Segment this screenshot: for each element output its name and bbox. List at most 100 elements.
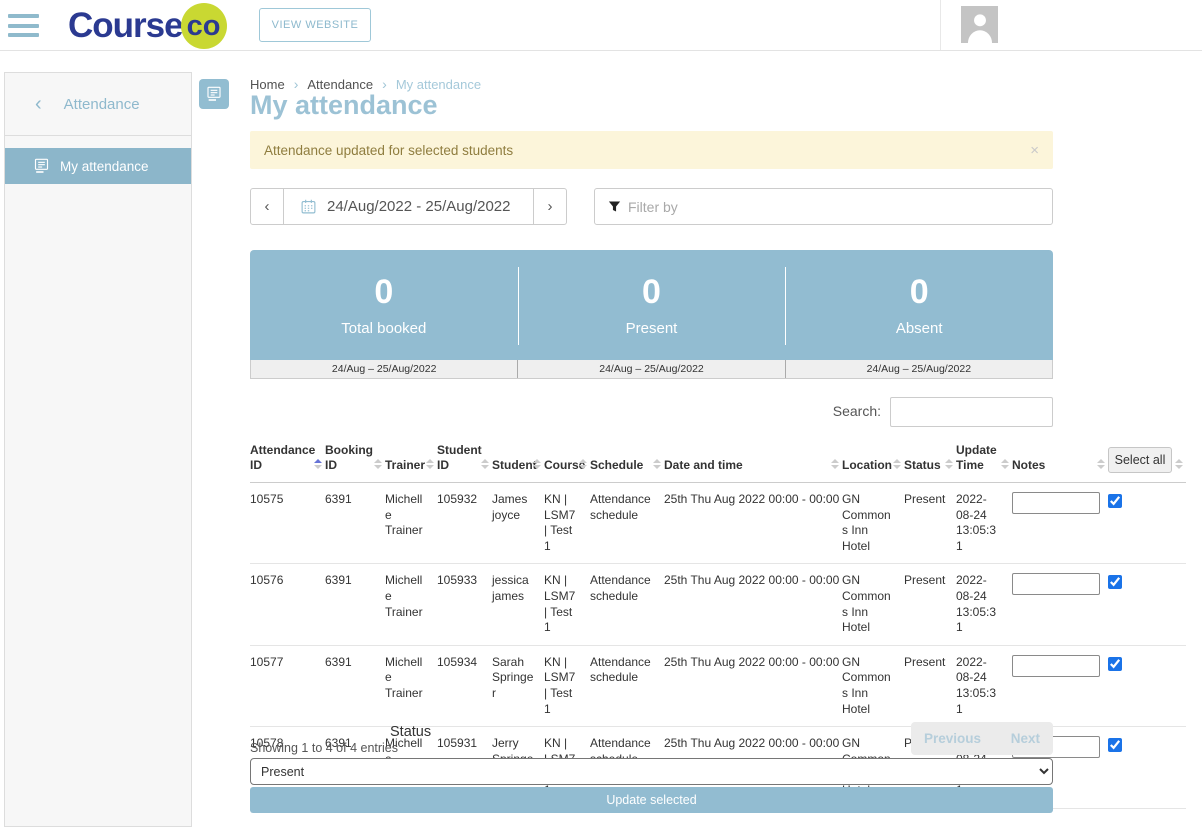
table-row: 10577 6391 Michelle Trainer 105934 Sarah…	[250, 645, 1186, 726]
cell-booking-id: 6391	[325, 645, 385, 726]
sort-icon	[314, 459, 322, 469]
col-course[interactable]: Course	[544, 437, 590, 483]
cell-location: GN Commons Inn Hotel	[842, 483, 904, 564]
row-select-checkbox[interactable]	[1108, 657, 1122, 671]
sidebar-collapse-chevron-icon[interactable]: ‹	[35, 94, 42, 114]
notes-input[interactable]	[1012, 655, 1100, 677]
col-update-time[interactable]: Update Time	[956, 437, 1012, 483]
col-schedule[interactable]: Schedule	[590, 437, 664, 483]
attendance-register-icon	[206, 86, 222, 102]
col-notes[interactable]: Notes	[1012, 437, 1108, 483]
cell-status: Present	[904, 483, 956, 564]
filter-input[interactable]	[628, 192, 1052, 222]
view-website-button[interactable]: VIEW WEBSITE	[259, 8, 371, 42]
table-row: 10575 6391 Michelle Trainer 105932 James…	[250, 483, 1186, 564]
date-range-picker[interactable]: 24/Aug/2022 - 25/Aug/2022	[284, 188, 533, 225]
next-page-button[interactable]: Next	[1011, 731, 1040, 746]
update-selected-button[interactable]: Update selected	[250, 787, 1053, 813]
select-all-button[interactable]: Select all	[1108, 447, 1172, 473]
sort-icon	[426, 459, 434, 469]
stat-absent: 0 Absent	[785, 250, 1053, 360]
stat-label: Absent	[896, 320, 943, 337]
previous-page-button[interactable]: Previous	[924, 731, 981, 746]
sort-icon	[481, 459, 489, 469]
table-search-row: Search:	[250, 397, 1053, 427]
attendance-register-icon	[33, 158, 50, 174]
row-select-checkbox[interactable]	[1108, 738, 1122, 752]
cell-student: Sarah Springer	[492, 645, 544, 726]
topbar-divider	[940, 0, 941, 50]
success-alert: Attendance updated for selected students…	[250, 131, 1053, 169]
col-student[interactable]: Student	[492, 437, 544, 483]
stat-date-range: 24/Aug – 25/Aug/2022	[517, 360, 784, 378]
stats-date-strip: 24/Aug – 25/Aug/2022 24/Aug – 25/Aug/202…	[250, 360, 1053, 379]
cell-course: KN | LSM7 | Test 1	[544, 564, 590, 645]
col-attendance-id[interactable]: Attendance ID	[250, 437, 325, 483]
cell-trainer: Michelle Trainer	[385, 645, 437, 726]
cell-student: James joyce	[492, 483, 544, 564]
sidebar-header: ‹ Attendance	[5, 73, 191, 136]
col-location[interactable]: Location	[842, 437, 904, 483]
cell-trainer: Michelle Trainer	[385, 483, 437, 564]
cell-schedule: Attendance schedule	[590, 645, 664, 726]
row-select-checkbox[interactable]	[1108, 575, 1122, 589]
cell-update-time: 2022-08-24 13:05:31	[956, 564, 1012, 645]
date-filter-row: ‹ 24/Aug/2022 - 25/Aug/2022 ›	[250, 188, 1053, 225]
search-input[interactable]	[890, 397, 1053, 427]
cell-student-id: 105934	[437, 645, 492, 726]
col-trainer[interactable]: Trainer	[385, 437, 437, 483]
col-date-and-time[interactable]: Date and time	[664, 437, 842, 483]
status-form-label: Status	[390, 724, 431, 740]
cell-student-id: 105933	[437, 564, 492, 645]
user-avatar[interactable]	[961, 6, 998, 43]
table-info-text: Showing 1 to 4 of 4 entries	[250, 741, 398, 755]
col-select-all: Select all	[1108, 437, 1186, 483]
alert-close-icon[interactable]: ×	[1030, 142, 1039, 159]
hamburger-menu-icon[interactable]	[8, 14, 39, 37]
row-select-checkbox[interactable]	[1108, 494, 1122, 508]
status-select[interactable]: Present	[250, 758, 1053, 785]
stat-label: Present	[626, 320, 678, 337]
sidebar-item-label: My attendance	[60, 159, 149, 174]
cell-attendance-id: 10577	[250, 645, 325, 726]
stat-date-range: 24/Aug – 25/Aug/2022	[251, 360, 517, 378]
filter-box	[594, 188, 1053, 225]
col-booking-id[interactable]: Booking ID	[325, 437, 385, 483]
alert-message: Attendance updated for selected students	[264, 143, 513, 158]
previous-date-button[interactable]: ‹	[250, 188, 284, 225]
app-root: Course co VIEW WEBSITE ‹ Attendance	[0, 0, 1202, 833]
stat-value: 0	[642, 273, 661, 312]
cell-course: KN | LSM7 | Test 1	[544, 645, 590, 726]
stat-present: 0 Present	[518, 250, 786, 360]
cell-schedule: Attendance schedule	[590, 483, 664, 564]
cell-datetime: 25th Thu Aug 2022 00:00 - 00:00	[664, 564, 842, 645]
main-content: Home › Attendance › My attendance My att…	[250, 74, 1186, 833]
notes-input[interactable]	[1012, 573, 1100, 595]
cell-location: GN Commons Inn Hotel	[842, 645, 904, 726]
col-student-id[interactable]: Student ID	[437, 437, 492, 483]
cell-student: jessica james	[492, 564, 544, 645]
stat-value: 0	[910, 273, 929, 312]
cell-attendance-id: 10576	[250, 564, 325, 645]
stat-divider	[785, 267, 786, 345]
notes-input[interactable]	[1012, 492, 1100, 514]
stat-divider	[518, 267, 519, 345]
top-bar: Course co VIEW WEBSITE	[0, 0, 1202, 51]
cell-booking-id: 6391	[325, 483, 385, 564]
stat-label: Total booked	[341, 320, 426, 337]
sidebar-item-my-attendance[interactable]: My attendance	[5, 148, 191, 184]
sort-icon	[1001, 459, 1009, 469]
sort-icon	[653, 459, 661, 469]
col-status[interactable]: Status	[904, 437, 956, 483]
date-range-value: 24/Aug/2022 - 25/Aug/2022	[327, 198, 511, 215]
sort-icon	[579, 459, 587, 469]
cell-update-time: 2022-08-24 13:05:31	[956, 645, 1012, 726]
logo-circle: co	[181, 3, 227, 49]
sort-icon	[893, 459, 901, 469]
cell-datetime: 25th Thu Aug 2022 00:00 - 00:00	[664, 645, 842, 726]
sort-icon	[1175, 459, 1183, 469]
next-date-button[interactable]: ›	[533, 188, 567, 225]
sidebar-title: Attendance	[64, 96, 140, 113]
attendance-panel-toggle-button[interactable]	[199, 79, 229, 109]
cell-location: GN Commons Inn Hotel	[842, 564, 904, 645]
